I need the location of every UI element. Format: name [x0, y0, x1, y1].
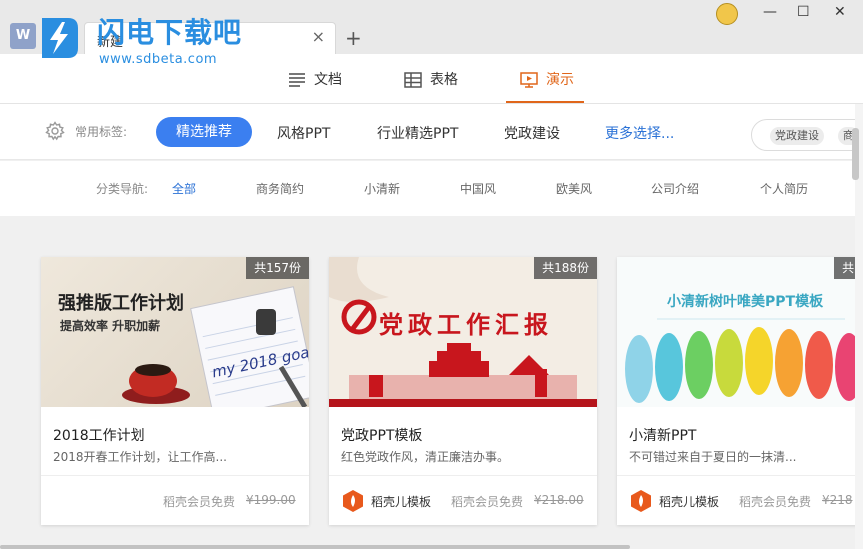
card-thumbnail[interactable]: 强推版工作计划 提高效率 升职加薪 my 2018 goals	[41, 257, 309, 407]
category-business[interactable]: 商务简约	[256, 180, 304, 197]
author-name[interactable]: 稻壳儿模板	[659, 493, 719, 510]
watermark-title: 闪电下载吧	[97, 16, 243, 49]
tag-industry-ppt[interactable]: 行业精选PPT	[377, 123, 458, 143]
tag-search-box[interactable]: 党政建设 商	[751, 119, 863, 151]
document-icon	[289, 73, 305, 87]
new-tab-button[interactable]: +	[345, 27, 362, 49]
member-free-label: 稻壳会员免费	[739, 495, 812, 509]
member-free-label: 稻壳会员免费	[163, 495, 236, 509]
tab-close-icon[interactable]: ×	[312, 28, 325, 46]
template-card[interactable]: 小清新树叶唯美PPT模板 共500 小清新PPT 不可错过来自于夏日的一抹清..…	[617, 257, 863, 525]
card-title[interactable]: 党政PPT模板	[341, 425, 422, 445]
card-description: 2018开春工作计划，让工作高...	[53, 450, 227, 464]
category-fresh[interactable]: 小清新	[364, 180, 400, 197]
card-title[interactable]: 小清新PPT	[629, 425, 696, 445]
card-thumbnail[interactable]: 党政工作汇报	[329, 257, 597, 407]
original-price: ¥218	[822, 493, 853, 507]
template-card[interactable]: 强推版工作计划 提高效率 升职加薪 my 2018 goals 共157份 20…	[41, 257, 309, 525]
horizontal-scrollbar[interactable]	[0, 545, 630, 549]
category-western[interactable]: 欧美风	[556, 180, 592, 197]
close-button[interactable]: ✕	[834, 4, 846, 20]
tag-bar: 常用标签: 精选推荐 风格PPT 行业精选PPT 党政建设 更多选择... 党政…	[0, 104, 863, 160]
thumb-subtitle: 提高效率 升职加薪	[60, 319, 161, 333]
wps-app-icon[interactable]: W	[10, 23, 36, 49]
card-footer: 稻壳会员免费 ¥199.00	[41, 476, 309, 525]
author-name[interactable]: 稻壳儿模板	[371, 493, 431, 510]
thumb-title: 强推版工作计划	[58, 293, 184, 314]
card-footer: 稻壳儿模板 稻壳会员免费 ¥218.00	[329, 476, 597, 525]
avatar[interactable]	[716, 3, 738, 25]
card-description: 不可错过来自于夏日的一抹清...	[629, 450, 797, 464]
category-all[interactable]: 全部	[172, 180, 196, 197]
tag-party-building[interactable]: 党政建设	[504, 123, 560, 143]
thumb-title: 党政工作汇报	[379, 311, 553, 339]
card-footer: 稻壳儿模板 稻壳会员免费 ¥218	[617, 476, 863, 525]
docer-logo-icon	[631, 490, 651, 512]
category-bar: 分类导航: 全部 商务简约 小清新 中国风 欧美风 公司介绍 个人简历	[0, 161, 855, 216]
template-card[interactable]: 党政工作汇报 共188份 党政PPT模板 红色党政作风，清正廉洁办事。 稻壳儿模…	[329, 257, 597, 525]
original-price: ¥218.00	[534, 493, 584, 507]
minimize-button[interactable]: —	[763, 4, 777, 20]
tag-featured[interactable]: 精选推荐	[156, 117, 252, 147]
presentation-icon	[520, 72, 538, 88]
nav-item-label: 文档	[314, 72, 342, 88]
template-count-badge: 共188份	[534, 257, 597, 279]
table-icon	[404, 72, 422, 88]
nav-item-label: 演示	[546, 72, 574, 88]
thumb-art	[625, 318, 863, 403]
category-label: 分类导航:	[96, 182, 149, 196]
nav-item-label: 表格	[430, 72, 458, 88]
card-thumbnail[interactable]: 小清新树叶唯美PPT模板	[617, 257, 863, 407]
watermark-logo	[42, 18, 78, 58]
maximize-button[interactable]: ☐	[797, 4, 810, 20]
vertical-scrollbar-thumb[interactable]	[852, 128, 859, 180]
watermark-url: www.sdbeta.com	[99, 52, 218, 67]
category-chinese[interactable]: 中国风	[460, 180, 496, 197]
active-tab-indicator	[506, 101, 584, 103]
gear-icon[interactable]	[45, 121, 65, 141]
card-title[interactable]: 2018工作计划	[53, 425, 145, 445]
category-resume[interactable]: 个人简历	[760, 180, 808, 197]
docer-logo-icon	[343, 490, 363, 512]
card-description: 红色党政作风，清正廉洁办事。	[341, 450, 510, 464]
template-count-badge: 共157份	[246, 257, 309, 279]
tag-style-ppt[interactable]: 风格PPT	[277, 123, 330, 143]
original-price: ¥199.00	[246, 493, 296, 507]
category-company[interactable]: 公司介绍	[651, 180, 699, 197]
tag-bar-label: 常用标签:	[75, 125, 128, 139]
tag-more-link[interactable]: 更多选择...	[605, 123, 674, 143]
member-free-label: 稻壳会员免费	[451, 495, 524, 509]
thumb-title: 小清新树叶唯美PPT模板	[667, 294, 824, 310]
tag-chip[interactable]: 党政建设	[770, 127, 824, 145]
